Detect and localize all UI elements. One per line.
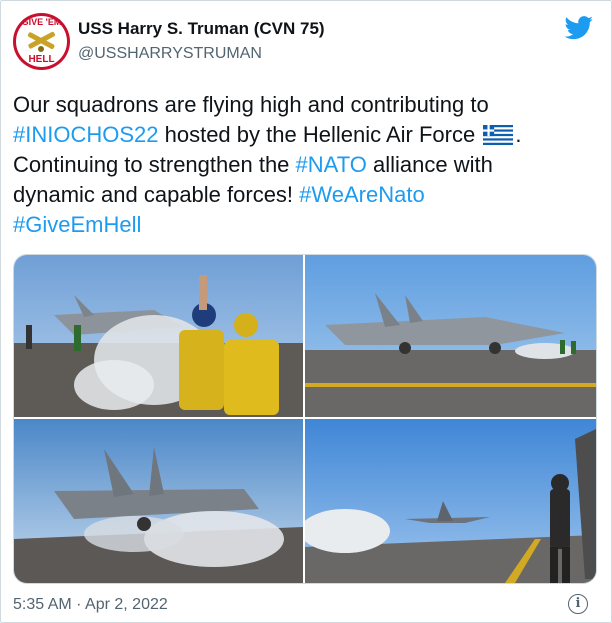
greece-flag-icon (483, 125, 514, 145)
tweet-text-segment: dynamic and capable forces! (13, 182, 300, 207)
twitter-bird-icon[interactable] (564, 16, 594, 40)
tweet-line: #GiveEmHell (13, 210, 599, 240)
tweet-text: Our squadrons are flying high and contri… (13, 90, 599, 240)
info-icon[interactable]: i (568, 594, 588, 614)
account-handle[interactable]: @USSHARRYSTRUMAN (78, 45, 262, 63)
tweet-text-segment: . (515, 122, 522, 147)
media-photo[interactable] (14, 255, 303, 417)
avatar-top-text: GIVE 'EM (21, 17, 62, 27)
hashtag-link[interactable]: #WeAreNato (299, 182, 425, 207)
tweet-line: Our squadrons are flying high and contri… (13, 90, 599, 120)
tweet-text-segment: alliance with (366, 152, 493, 177)
media-grid (13, 254, 597, 584)
media-photo[interactable] (305, 255, 596, 417)
display-name[interactable]: USS Harry S. Truman (CVN 75) (78, 19, 325, 39)
tweet-text-segment: Continuing to strengthen the (13, 152, 296, 177)
tweet-line: Continuing to strengthen the #NATO allia… (13, 150, 599, 180)
tweet-card: GIVE 'EM HELL USS Harry S. Truman (CVN 7… (0, 0, 612, 623)
media-photo[interactable] (305, 419, 596, 583)
tweet-line: #INIOCHOS22 hosted by the Hellenic Air F… (13, 120, 599, 150)
hashtag-link[interactable]: #GiveEmHell (13, 212, 141, 237)
tweet-timestamp[interactable]: 5:35 AM · Apr 2, 2022 (13, 596, 168, 614)
avatar-bottom-text: HELL (28, 54, 55, 65)
media-photo[interactable] (14, 419, 303, 583)
hashtag-link[interactable]: #NATO (296, 152, 367, 177)
tweet-text-segment: hosted by the Hellenic Air Force (158, 122, 482, 147)
crossed-cannons-icon (27, 31, 55, 52)
tweet-text-segment: Our squadrons are flying high and contri… (13, 92, 489, 117)
avatar[interactable]: GIVE 'EM HELL (13, 13, 70, 70)
hashtag-link[interactable]: #INIOCHOS22 (13, 122, 159, 147)
tweet-line: dynamic and capable forces! #WeAreNato (13, 180, 599, 210)
